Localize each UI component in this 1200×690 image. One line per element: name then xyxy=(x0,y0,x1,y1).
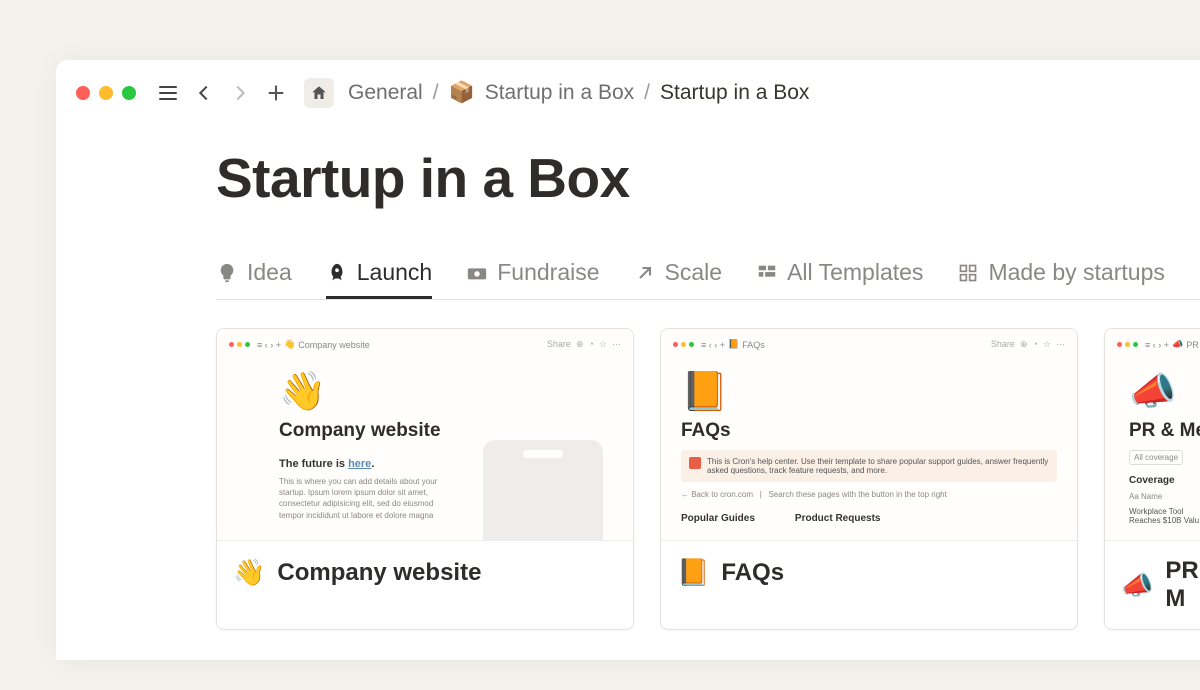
tab-scale[interactable]: Scale xyxy=(634,259,723,299)
tab-label: Made by startups xyxy=(988,259,1164,286)
card-preview: ≡ ‹ › + 📣 PR & M 📣 PR & Me All coverage … xyxy=(1105,329,1200,541)
maximize-window-button[interactable] xyxy=(122,86,136,100)
titlebar: General / 📦 Startup in a Box / Startup i… xyxy=(56,60,1200,116)
tab-idea[interactable]: Idea xyxy=(216,259,292,299)
minimize-window-button[interactable] xyxy=(99,86,113,100)
breadcrumb-root[interactable]: General xyxy=(348,81,423,105)
breadcrumb-current[interactable]: Startup in a Box xyxy=(660,81,809,105)
cron-logo-icon xyxy=(689,457,701,469)
wave-icon: 👋 xyxy=(279,370,571,414)
nav-forward-button[interactable] xyxy=(226,79,254,107)
column-heading: Popular Guides xyxy=(681,513,755,524)
breadcrumb-separator: / xyxy=(644,81,650,105)
bricks-icon xyxy=(756,262,778,284)
card-title: FAQs xyxy=(721,559,784,587)
preview-heading: FAQs xyxy=(681,420,1057,442)
preview-titlebar: ≡ ‹ › + 📣 PR & M xyxy=(1117,339,1200,350)
sidebar-toggle-button[interactable] xyxy=(154,79,182,107)
template-card[interactable]: ≡ ‹ › + 📙 FAQs Share⊕◔☆⋯ 📙 FAQs This is … xyxy=(660,328,1078,630)
page-content: Startup in a Box Idea Launch Fundraise xyxy=(56,116,1200,630)
view-tabs: Idea Launch Fundraise Scale xyxy=(216,258,1200,300)
preview-heading: Company website xyxy=(279,420,571,442)
megaphone-icon: 📣 xyxy=(1121,570,1153,601)
close-window-button[interactable] xyxy=(76,86,90,100)
template-cards: ≡ ‹ › + 👋 Company website Share⊕◔☆⋯ 👋 Co… xyxy=(216,328,1200,630)
template-card[interactable]: ≡ ‹ › + 👋 Company website Share⊕◔☆⋯ 👋 Co… xyxy=(216,328,634,630)
book-icon: 📙 xyxy=(677,557,709,588)
tab-label: Idea xyxy=(247,259,292,286)
tab-fundraise[interactable]: Fundraise xyxy=(466,259,599,299)
breadcrumb: General / 📦 Startup in a Box / Startup i… xyxy=(348,81,809,105)
tab-label: Scale xyxy=(665,259,723,286)
breadcrumb-separator: / xyxy=(433,81,439,105)
preview-meta: ← Back to cron.com | Search these pages … xyxy=(681,490,1057,499)
tab-label: All Templates xyxy=(787,259,923,286)
callout-block: This is Cron's help center. Use their te… xyxy=(681,450,1057,482)
phone-mockup xyxy=(483,440,603,541)
card-preview: ≡ ‹ › + 👋 Company website Share⊕◔☆⋯ 👋 Co… xyxy=(217,329,633,541)
card-title-row: 👋 Company website xyxy=(217,541,633,604)
lightbulb-icon xyxy=(216,262,238,284)
package-icon: 📦 xyxy=(449,81,475,105)
money-icon xyxy=(466,262,488,284)
window-controls xyxy=(76,86,136,100)
preview-heading: PR & Me xyxy=(1129,420,1200,442)
nav-back-button[interactable] xyxy=(190,79,218,107)
preview-titlebar: ≡ ‹ › + 📙 FAQs Share⊕◔☆⋯ xyxy=(673,339,1065,350)
card-title: PR & M xyxy=(1165,557,1200,613)
card-title-row: 📣 PR & M xyxy=(1105,541,1200,629)
arrow-up-right-icon xyxy=(634,262,656,284)
grid-icon xyxy=(957,262,979,284)
column-heading: Product Requests xyxy=(795,513,881,524)
breadcrumb-parent[interactable]: Startup in a Box xyxy=(485,81,634,105)
wave-icon: 👋 xyxy=(233,557,265,588)
page-title: Startup in a Box xyxy=(216,146,1200,210)
megaphone-icon: 📣 xyxy=(1129,370,1200,414)
home-button[interactable] xyxy=(304,78,334,108)
app-window: General / 📦 Startup in a Box / Startup i… xyxy=(56,60,1200,660)
tab-all-templates[interactable]: All Templates xyxy=(756,259,923,299)
card-preview: ≡ ‹ › + 📙 FAQs Share⊕◔☆⋯ 📙 FAQs This is … xyxy=(661,329,1077,541)
rocket-icon xyxy=(326,262,348,284)
tab-made-by-startups[interactable]: Made by startups xyxy=(957,259,1164,299)
preview-titlebar: ≡ ‹ › + 👋 Company website Share⊕◔☆⋯ xyxy=(229,339,621,350)
tab-launch[interactable]: Launch xyxy=(326,259,432,299)
card-title-row: 📙 FAQs xyxy=(661,541,1077,604)
preview-description: This is where you can add details about … xyxy=(279,476,459,521)
book-icon: 📙 xyxy=(681,370,1057,414)
new-page-button[interactable] xyxy=(262,79,290,107)
tab-label: Launch xyxy=(357,259,432,286)
card-title: Company website xyxy=(277,559,481,587)
tab-label: Fundraise xyxy=(497,259,599,286)
template-card[interactable]: ≡ ‹ › + 📣 PR & M 📣 PR & Me All coverage … xyxy=(1104,328,1200,630)
